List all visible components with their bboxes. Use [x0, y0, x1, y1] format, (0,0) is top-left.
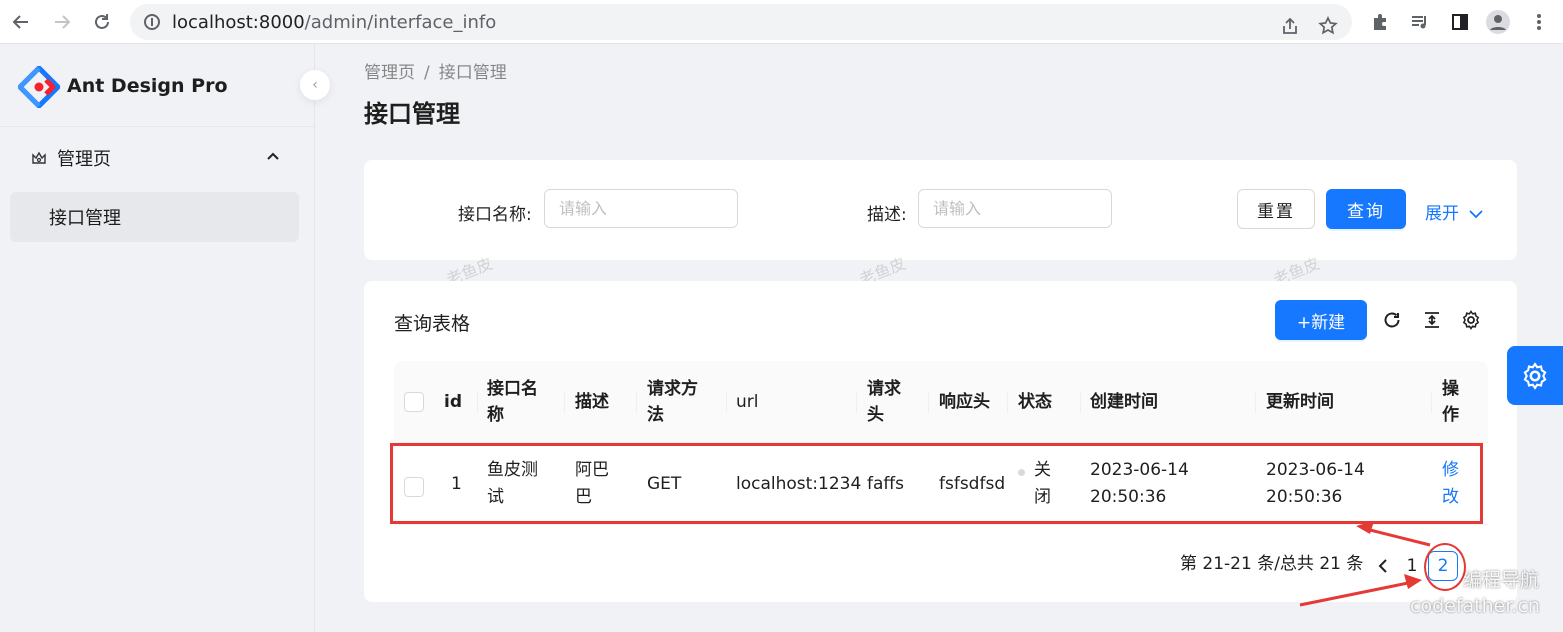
column-header-line: 状态	[1018, 392, 1052, 412]
column-divider	[564, 391, 565, 413]
chevron-down-icon	[1469, 210, 1484, 219]
column-header-id[interactable]: id	[444, 361, 462, 443]
column-header-url[interactable]: url	[736, 361, 759, 443]
share-icon[interactable]	[1278, 14, 1302, 38]
site-info-icon[interactable]	[144, 14, 160, 30]
column-header-line: 操	[1442, 379, 1459, 399]
more-menu-icon[interactable]	[1527, 10, 1551, 34]
table-header: id 接口名称 描述 请求方法 url 请求头 响应头 状态 创建时间 更新时间…	[394, 361, 1488, 443]
reload-icon[interactable]	[89, 9, 115, 35]
new-button[interactable]: +新建	[1275, 300, 1367, 340]
crown-icon	[30, 149, 48, 167]
forward-icon[interactable]	[49, 9, 75, 35]
density-icon[interactable]	[1420, 308, 1444, 332]
sidebar: Ant Design Pro ‹ 管理页 接口管理	[0, 44, 330, 632]
page-title: 接口管理	[364, 100, 460, 128]
column-header-line: url	[736, 392, 759, 412]
interface-name-label: 接口名称:	[458, 205, 532, 225]
column-header-method[interactable]: 请求方法	[647, 361, 698, 443]
column-header-status[interactable]: 状态	[1018, 361, 1052, 443]
breadcrumb-root[interactable]: 管理页	[364, 63, 415, 83]
sidebar-divider	[0, 126, 315, 127]
browser-toolbar: localhost:8000/admin/interface_info	[0, 0, 1563, 44]
collapse-sidebar-button[interactable]: ‹	[300, 70, 330, 100]
column-divider	[928, 391, 929, 413]
extensions-icon[interactable]	[1368, 10, 1392, 34]
breadcrumb-current: 接口管理	[438, 63, 507, 83]
column-divider	[1080, 391, 1081, 413]
back-icon[interactable]	[8, 9, 34, 35]
column-settings-gear-icon[interactable]	[1459, 308, 1483, 332]
sidebar-item-interface-management[interactable]: 接口管理	[10, 192, 299, 242]
interface-name-input[interactable]	[544, 189, 738, 228]
chevron-up-icon	[266, 148, 280, 167]
description-label: 描述:	[867, 205, 907, 225]
column-header-line: 称	[487, 405, 504, 425]
expand-link[interactable]: 展开	[1425, 199, 1484, 224]
column-divider	[1431, 391, 1432, 413]
column-header-line: id	[444, 392, 462, 412]
sidebar-item-label: 接口管理	[49, 208, 121, 229]
query-button[interactable]: 查询	[1326, 189, 1406, 229]
column-divider	[856, 391, 857, 413]
gear-icon	[1523, 361, 1547, 390]
column-header-line: 更新时间	[1266, 392, 1334, 412]
column-header-line: 请求方	[647, 379, 698, 399]
settings-drawer-button[interactable]	[1507, 346, 1563, 405]
corner-watermark-title: 编程导航	[1463, 569, 1540, 591]
column-header-action[interactable]: 操作	[1442, 361, 1459, 443]
column-header-description[interactable]: 描述	[575, 361, 609, 443]
column-header-updated-time[interactable]: 更新时间	[1266, 361, 1334, 443]
corner-watermark-url: codefather.cn	[1410, 595, 1540, 617]
column-header-line: 头	[867, 405, 884, 425]
column-header-line: 接口名	[487, 379, 538, 399]
column-divider	[636, 391, 637, 413]
table-title: 查询表格	[394, 313, 471, 335]
media-queue-icon[interactable]	[1408, 10, 1432, 34]
expand-label: 展开	[1425, 204, 1459, 224]
column-header-line: 响应头	[939, 392, 990, 412]
column-header-response-header[interactable]: 响应头	[939, 361, 990, 443]
column-header-line: 作	[1442, 405, 1459, 425]
description-input[interactable]	[918, 189, 1112, 228]
ant-design-logo[interactable]	[17, 65, 61, 109]
address-bar[interactable]: localhost:8000/admin/interface_info	[130, 4, 1352, 40]
brand-title[interactable]: Ant Design Pro	[67, 75, 228, 97]
profile-avatar-icon[interactable]	[1486, 10, 1510, 34]
chevron-left-icon: ‹	[312, 77, 318, 93]
breadcrumb-separator: /	[424, 63, 430, 83]
bookmark-star-icon[interactable]	[1316, 14, 1340, 38]
column-header-created-time[interactable]: 创建时间	[1090, 361, 1158, 443]
column-divider	[1255, 391, 1256, 413]
annotation-highlight-box	[390, 443, 1483, 524]
search-form-card: 接口名称: 描述: 重置 查询 展开	[364, 160, 1517, 260]
column-header-line: 请求	[867, 379, 901, 399]
menu-group-admin[interactable]: 管理页	[10, 136, 300, 180]
side-panel-icon[interactable]	[1448, 10, 1472, 34]
column-divider	[477, 391, 478, 413]
breadcrumb: 管理页 / 接口管理	[364, 58, 507, 83]
column-header-request-header[interactable]: 请求头	[867, 361, 901, 443]
column-divider	[1007, 391, 1008, 413]
column-divider	[726, 391, 727, 413]
reload-icon[interactable]	[1380, 308, 1404, 332]
reset-button[interactable]: 重置	[1237, 189, 1315, 229]
column-header-line: 创建时间	[1090, 392, 1158, 412]
column-header-line: 描述	[575, 392, 609, 412]
url-text: localhost:8000/admin/interface_info	[172, 12, 497, 33]
menu-group-label: 管理页	[57, 149, 111, 170]
select-all-checkbox[interactable]	[404, 392, 424, 412]
column-header-line: 法	[647, 405, 664, 425]
column-header-name[interactable]: 接口名称	[487, 361, 538, 443]
